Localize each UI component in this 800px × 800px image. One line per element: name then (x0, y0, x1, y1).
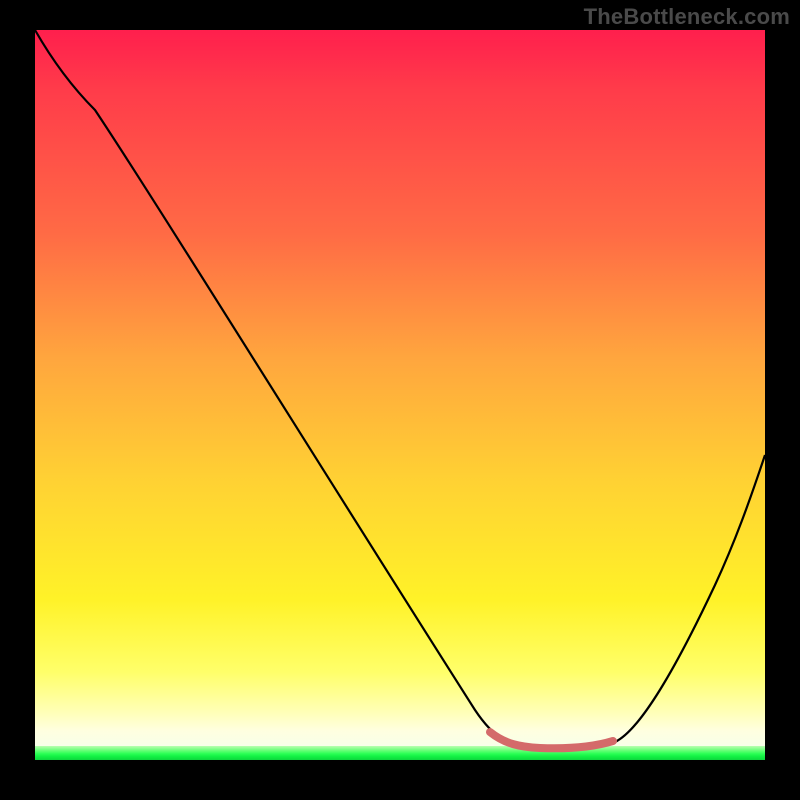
watermark-text: TheBottleneck.com (584, 4, 790, 30)
curve-svg (35, 30, 765, 760)
bottleneck-curve (35, 30, 765, 749)
plot-area (35, 30, 765, 760)
highlight-segment (490, 732, 613, 748)
chart-frame: TheBottleneck.com (0, 0, 800, 800)
